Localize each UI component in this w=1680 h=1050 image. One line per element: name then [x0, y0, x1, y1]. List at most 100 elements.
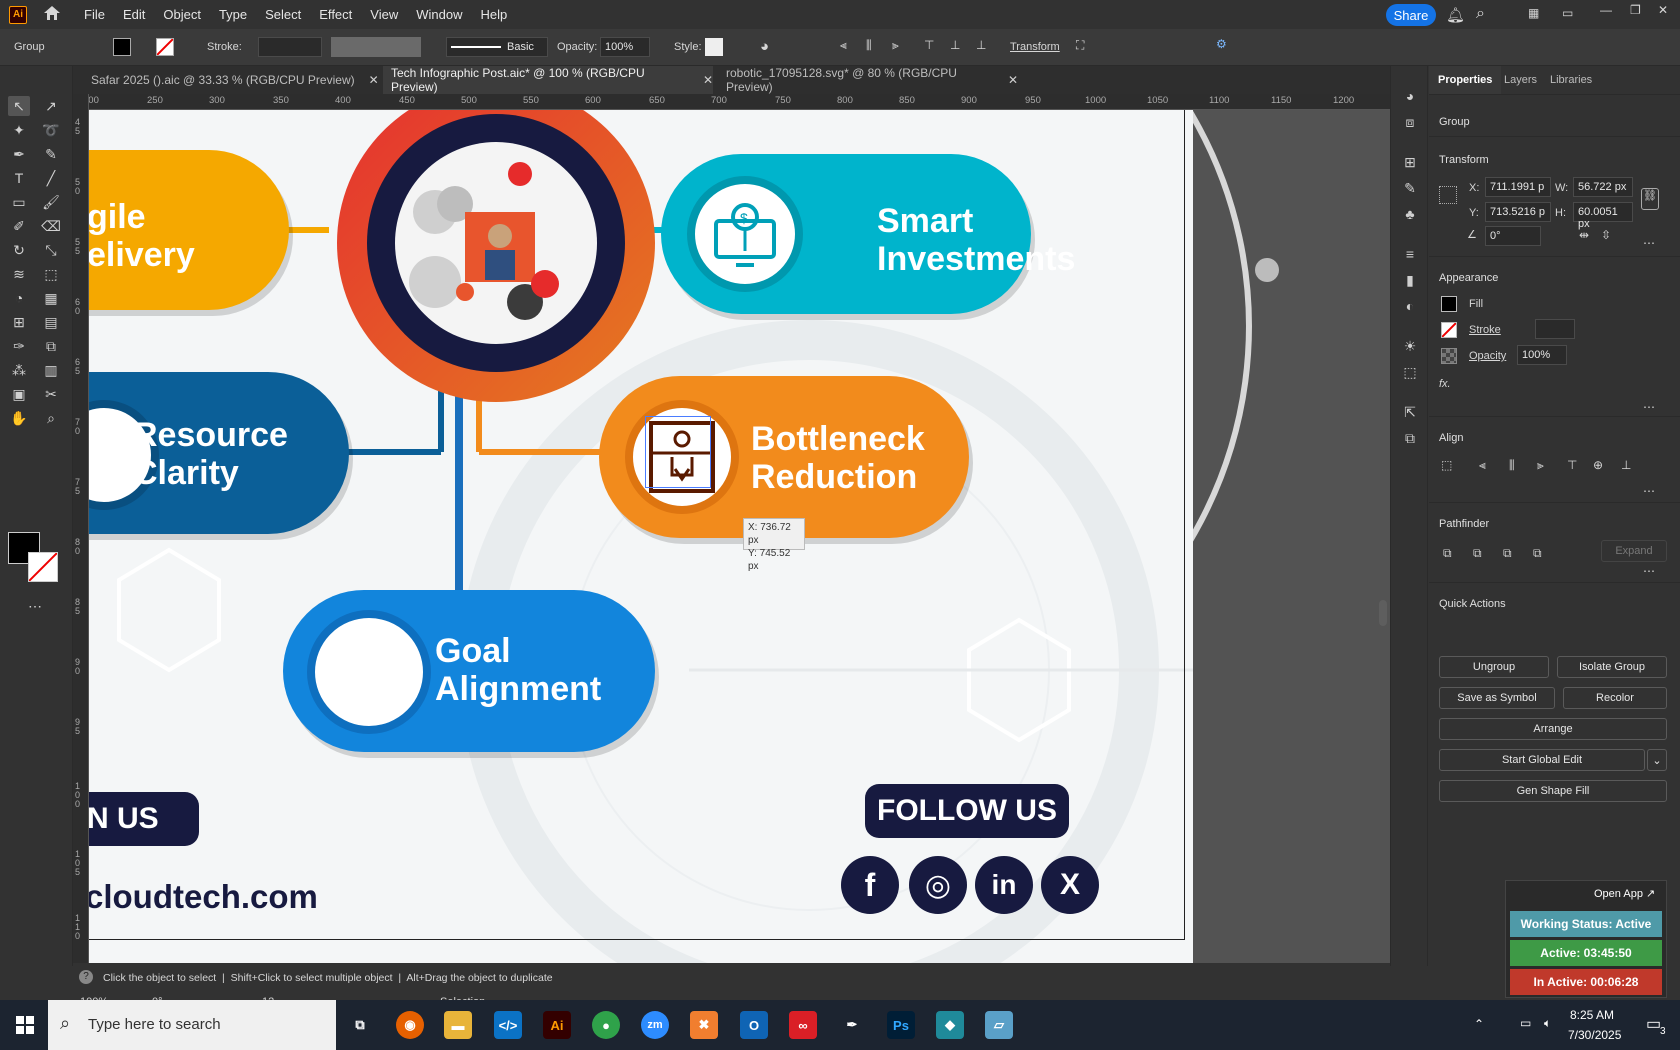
- app-diamond-icon[interactable]: ◆: [936, 1011, 964, 1039]
- opacity-field[interactable]: 100%: [600, 37, 650, 57]
- shaper-icon[interactable]: ✐: [8, 216, 30, 236]
- clock-time[interactable]: 8:25 AM: [1570, 1008, 1614, 1022]
- close-tab-icon[interactable]: ✕: [1008, 73, 1018, 87]
- stroke-weight-field[interactable]: [258, 37, 322, 57]
- perspective-grid-icon[interactable]: ▦: [40, 288, 62, 308]
- menu-select[interactable]: Select: [256, 7, 310, 22]
- maximize-icon[interactable]: ❐: [1630, 3, 1641, 17]
- y-field[interactable]: 713.5216 p: [1485, 202, 1551, 222]
- graphic-styles-icon[interactable]: ⬚: [1399, 362, 1421, 382]
- variable-width-profile[interactable]: [331, 37, 421, 57]
- tab-safar[interactable]: Safar 2025 ().aic @ 33.33 % (RGB/CPU Pre…: [83, 66, 383, 94]
- opacity-field[interactable]: 100%: [1517, 345, 1567, 365]
- stroke-color-box[interactable]: [28, 552, 58, 582]
- align-hcenter-icon[interactable]: ⫼: [1509, 458, 1515, 473]
- brushes-panel-icon[interactable]: ✎: [1399, 178, 1421, 198]
- align-right-icon[interactable]: ⫸: [1537, 458, 1544, 473]
- creative-cloud-icon[interactable]: ∞: [789, 1011, 817, 1039]
- tab-layers[interactable]: Layers: [1495, 66, 1546, 94]
- export-icon[interactable]: ⇱: [1399, 402, 1421, 422]
- more-tools-icon[interactable]: ⋯: [24, 596, 46, 616]
- arrange-docs-icon[interactable]: ▭: [1562, 6, 1573, 20]
- rectangle-tool-icon[interactable]: ▭: [8, 192, 30, 212]
- tab-properties[interactable]: Properties: [1429, 66, 1502, 94]
- image-trace-icon[interactable]: ⧈: [1399, 112, 1421, 132]
- save-as-symbol-button[interactable]: Save as Symbol: [1439, 687, 1555, 709]
- flip-horizontal-icon[interactable]: ⇹: [1579, 228, 1589, 242]
- opacity-label[interactable]: Opacity: [1469, 350, 1506, 362]
- align-bottom-icon[interactable]: ⊥: [1621, 458, 1631, 472]
- transparency-panel-icon[interactable]: ◐: [1399, 296, 1421, 316]
- align-bottom-icon[interactable]: ⊥: [976, 38, 986, 52]
- illustrator-taskbar-icon[interactable]: Ai: [543, 1011, 571, 1039]
- shape-builder-icon[interactable]: ◔: [8, 288, 30, 308]
- notifications-icon[interactable]: ▭: [1646, 1014, 1661, 1034]
- close-icon[interactable]: ✕: [1658, 3, 1668, 17]
- artboard-tool-icon[interactable]: ▣: [8, 384, 30, 404]
- close-tab-icon[interactable]: ✕: [369, 73, 379, 87]
- column-graph-icon[interactable]: ▥: [40, 360, 62, 380]
- menu-view[interactable]: View: [361, 7, 407, 22]
- share-button[interactable]: Share: [1386, 4, 1436, 26]
- isolate-group-button[interactable]: Isolate Group: [1557, 656, 1667, 678]
- minus-front-icon[interactable]: ⧉: [1473, 546, 1482, 561]
- gradient-panel-icon[interactable]: ▮: [1399, 270, 1421, 290]
- align-center-icon[interactable]: ⫼: [866, 38, 872, 53]
- menu-file[interactable]: File: [75, 7, 114, 22]
- clock-date[interactable]: 7/30/2025: [1568, 1028, 1621, 1042]
- blend-tool-icon[interactable]: ⧉: [40, 336, 62, 356]
- rotate-tool-icon[interactable]: ↻: [8, 240, 30, 260]
- minimize-icon[interactable]: —: [1600, 3, 1612, 17]
- constrain-proportions-icon[interactable]: ⛓: [1641, 188, 1659, 210]
- outlook-icon[interactable]: O: [740, 1011, 768, 1039]
- align-top-icon[interactable]: ⊤: [924, 38, 934, 52]
- stroke-panel-icon[interactable]: ≡: [1399, 244, 1421, 264]
- artboard[interactable]: gile elivery $ Smart Investments Resourc…: [89, 110, 1193, 963]
- align-middle-icon[interactable]: ⊥: [950, 38, 960, 52]
- more-options-icon[interactable]: ⋯: [1643, 564, 1655, 578]
- expand-button[interactable]: Expand: [1601, 540, 1667, 562]
- recolor-panel-icon[interactable]: ◕: [1399, 86, 1421, 106]
- artboards-panel-icon[interactable]: ⧉: [1399, 428, 1421, 448]
- puppet-warp-icon[interactable]: ⚙︎: [1216, 37, 1227, 51]
- stroke-swatch[interactable]: [156, 38, 174, 56]
- vertical-scrollbar[interactable]: [1379, 600, 1387, 626]
- search-icon[interactable]: ⌕: [1476, 5, 1485, 23]
- warp-tool-icon[interactable]: ≋: [8, 264, 30, 284]
- more-options-icon[interactable]: ⋯: [1643, 484, 1655, 498]
- free-transform-icon[interactable]: ⬚: [40, 264, 62, 284]
- pen-app-icon[interactable]: ✒: [838, 1011, 866, 1039]
- ungroup-button[interactable]: Ungroup: [1439, 656, 1549, 678]
- align-vcenter-icon[interactable]: ⊕: [1593, 458, 1603, 472]
- isolate-icon[interactable]: ⛶: [1076, 38, 1084, 53]
- appearance-panel-icon[interactable]: ☀: [1399, 336, 1421, 356]
- curvature-icon[interactable]: ✎: [40, 144, 62, 164]
- mesh-tool-icon[interactable]: ⊞: [8, 312, 30, 332]
- taskbar-search-box[interactable]: ⌕ Type here to search: [48, 1000, 336, 1050]
- tab-tech-infographic[interactable]: Tech Infographic Post.aic* @ 100 % (RGB/…: [383, 66, 713, 94]
- fill-swatch[interactable]: [113, 38, 131, 56]
- more-options-icon[interactable]: ⋯: [1643, 400, 1655, 414]
- h-field[interactable]: 60.0051 px: [1573, 202, 1633, 230]
- symbols-panel-icon[interactable]: ♣: [1399, 204, 1421, 224]
- stroke-weight-field[interactable]: [1535, 319, 1575, 339]
- eraser-icon[interactable]: ⌫: [40, 216, 62, 236]
- x-field[interactable]: 711.1991 p: [1485, 177, 1551, 197]
- global-edit-options-dropdown[interactable]: ⌄: [1647, 749, 1667, 771]
- type-tool-icon[interactable]: T: [8, 168, 30, 188]
- menu-type[interactable]: Type: [210, 7, 256, 22]
- hand-tool-icon[interactable]: ✋: [8, 408, 30, 428]
- flip-vertical-icon[interactable]: ⇳: [1601, 228, 1611, 242]
- style-swatch[interactable]: [705, 38, 723, 56]
- align-to-icon[interactable]: ⬚: [1441, 458, 1452, 472]
- more-options-icon[interactable]: ⋯: [1643, 236, 1655, 250]
- eyedropper-icon[interactable]: ✑: [8, 336, 30, 356]
- help-icon[interactable]: ?: [79, 970, 93, 984]
- slice-tool-icon[interactable]: ✂: [40, 384, 62, 404]
- lasso-icon[interactable]: ➰: [40, 120, 62, 140]
- paintbrush-icon[interactable]: 🖌︎: [40, 192, 62, 212]
- home-icon[interactable]: [43, 5, 61, 24]
- brush-definition[interactable]: Basic: [446, 37, 548, 57]
- recolor-button[interactable]: Recolor: [1563, 687, 1667, 709]
- zoom-tool-icon[interactable]: ⌕: [40, 408, 62, 428]
